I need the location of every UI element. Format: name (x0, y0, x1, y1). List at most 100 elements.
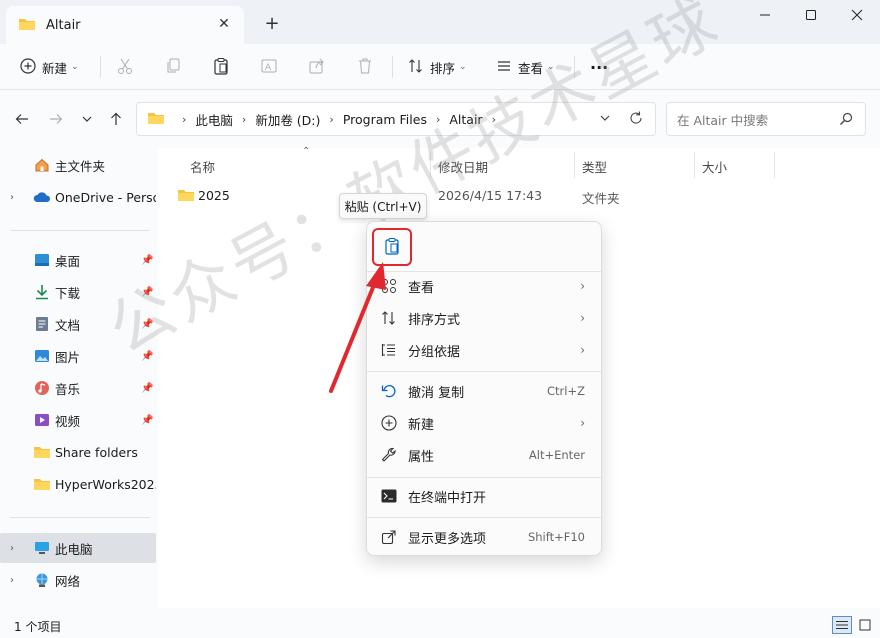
tab-altair[interactable]: Altair ✕ (6, 6, 244, 44)
copy-button[interactable] (164, 52, 182, 82)
search-icon[interactable] (839, 112, 853, 129)
pin-icon[interactable]: 📌 (141, 319, 153, 330)
sidebar-item-onedrive[interactable]: › OneDrive - Perso (0, 182, 156, 212)
grid-icon (379, 276, 399, 296)
music-icon (33, 379, 51, 397)
column-header-size[interactable]: 大小 (702, 154, 727, 178)
sidebar-item-music[interactable]: 音乐 📌 (0, 373, 156, 403)
refresh-icon[interactable] (629, 111, 643, 128)
folder-icon (147, 110, 165, 129)
file-type: 文件夹 (582, 191, 620, 206)
home-icon (33, 156, 51, 174)
group-icon (379, 340, 399, 360)
address-row: › 此电脑 › 新加卷 (D:) › Program Files › Altai… (0, 90, 880, 148)
file-name: 2025 (198, 188, 230, 203)
clipboard-icon (212, 57, 230, 78)
close-window-button[interactable] (834, 0, 880, 30)
view-button[interactable]: 查看 ⌄ (496, 52, 555, 82)
tiles-view-button[interactable] (856, 616, 874, 634)
command-bar: 新建 ⌄ A 排序 ⌄ 查看 ⌄ ··· (0, 44, 880, 90)
column-header-type[interactable]: 类型 (582, 154, 607, 178)
chevron-right-icon: › (182, 112, 187, 126)
sort-button[interactable]: 排序 ⌄ (408, 52, 467, 82)
clipboard-icon (383, 237, 401, 258)
pin-icon[interactable]: 📌 (141, 383, 153, 394)
column-header-modified[interactable]: 修改日期 (438, 154, 488, 178)
minimize-button[interactable] (742, 0, 788, 30)
menu-item-undo-copy[interactable]: 撤消 复制 Ctrl+Z (371, 375, 599, 407)
sidebar-item-network[interactable]: › 网络 (0, 565, 156, 595)
plus-circle-icon (20, 57, 36, 77)
forward-button[interactable] (45, 108, 67, 130)
address-bar[interactable]: › 此电脑 › 新加卷 (D:) › Program Files › Altai… (136, 102, 656, 136)
menu-item-sort-by[interactable]: 排序方式 › (371, 302, 599, 334)
delete-button[interactable] (356, 52, 374, 82)
address-dropdown-icon[interactable] (599, 112, 611, 127)
close-tab-icon[interactable]: ✕ (214, 14, 234, 34)
paste-button[interactable] (212, 52, 230, 82)
recent-locations-button[interactable] (76, 108, 98, 130)
menu-item-show-more-options[interactable]: 显示更多选项 Shift+F10 (371, 521, 599, 553)
chevron-down-icon: ⌄ (547, 62, 555, 72)
menu-item-properties[interactable]: 属性 Alt+Enter (371, 439, 599, 471)
chevron-right-icon[interactable]: › (10, 575, 14, 586)
chevron-right-icon: › (241, 112, 247, 126)
svg-text:A: A (265, 63, 272, 73)
chevron-right-icon: › (435, 112, 441, 126)
sidebar-item-documents[interactable]: 文档 📌 (0, 309, 156, 339)
sidebar-item-pictures[interactable]: 图片 📌 (0, 341, 156, 371)
sidebar-item-hyperworks[interactable]: HyperWorks2025 (0, 469, 156, 499)
maximize-button[interactable] (788, 0, 834, 30)
chevron-right-icon[interactable]: › (10, 543, 14, 554)
new-button[interactable]: 新建 ⌄ (20, 52, 79, 82)
pin-icon[interactable]: 📌 (141, 287, 153, 298)
share-button[interactable] (308, 52, 326, 82)
trash-icon (356, 57, 374, 78)
menu-item-view[interactable]: 查看 › (371, 270, 599, 302)
sort-label: 排序 (430, 60, 456, 76)
copy-icon (164, 57, 182, 78)
breadcrumb-altair[interactable]: Altair (449, 112, 482, 127)
pin-icon[interactable]: 📌 (141, 255, 153, 266)
menu-item-new[interactable]: 新建 › (371, 407, 599, 439)
back-button[interactable] (11, 108, 33, 130)
sidebar-item-this-pc[interactable]: › 此电脑 (0, 533, 156, 563)
sidebar-item-downloads[interactable]: 下载 📌 (0, 277, 156, 307)
document-icon (33, 315, 51, 333)
navigation-pane: 主文件夹 › OneDrive - Perso 桌面 📌 下载 📌 文档 📌 图… (0, 148, 158, 608)
share-icon (379, 527, 399, 547)
network-icon (33, 571, 51, 589)
breadcrumb-this-pc[interactable]: 此电脑 (195, 110, 233, 129)
cut-button[interactable] (116, 52, 134, 82)
pin-icon[interactable]: 📌 (141, 351, 153, 362)
rename-button[interactable]: A (260, 52, 278, 82)
title-bar: Altair ✕ + (0, 0, 880, 44)
more-options-button[interactable]: ··· (590, 52, 608, 82)
plus-circle-icon (379, 413, 399, 433)
sort-icon (408, 58, 424, 77)
chevron-right-icon: › (580, 311, 585, 325)
folder-icon (177, 187, 195, 206)
list-view-icon (496, 58, 512, 77)
sidebar-item-videos[interactable]: 视频 📌 (0, 405, 156, 435)
menu-item-open-terminal[interactable]: 在终端中打开 (371, 480, 599, 512)
sidebar-item-home[interactable]: 主文件夹 (0, 150, 156, 180)
pin-icon[interactable]: 📌 (141, 415, 153, 426)
breadcrumb-drive-d[interactable]: 新加卷 (D:) (255, 110, 320, 129)
search-input[interactable]: 在 Altair 中搜索 (666, 102, 866, 136)
sidebar-item-share-folders[interactable]: Share folders (0, 437, 156, 467)
details-view-button[interactable] (832, 616, 852, 634)
menu-item-group-by[interactable]: 分组依据 › (371, 334, 599, 366)
scissors-icon (116, 57, 134, 78)
new-tab-button[interactable]: + (260, 12, 284, 34)
folder-icon (33, 475, 51, 493)
video-icon (33, 411, 51, 429)
paste-quick-button[interactable] (372, 228, 412, 266)
chevron-right-icon[interactable]: › (10, 192, 14, 203)
terminal-icon (379, 486, 399, 506)
up-button[interactable] (105, 108, 127, 130)
column-header-name[interactable]: 名称 (190, 154, 215, 178)
sidebar-item-desktop[interactable]: 桌面 📌 (0, 245, 156, 275)
breadcrumb-program-files[interactable]: Program Files (343, 112, 427, 127)
table-row[interactable]: 2025 2026/4/15 17:43 文件夹 (172, 182, 872, 210)
